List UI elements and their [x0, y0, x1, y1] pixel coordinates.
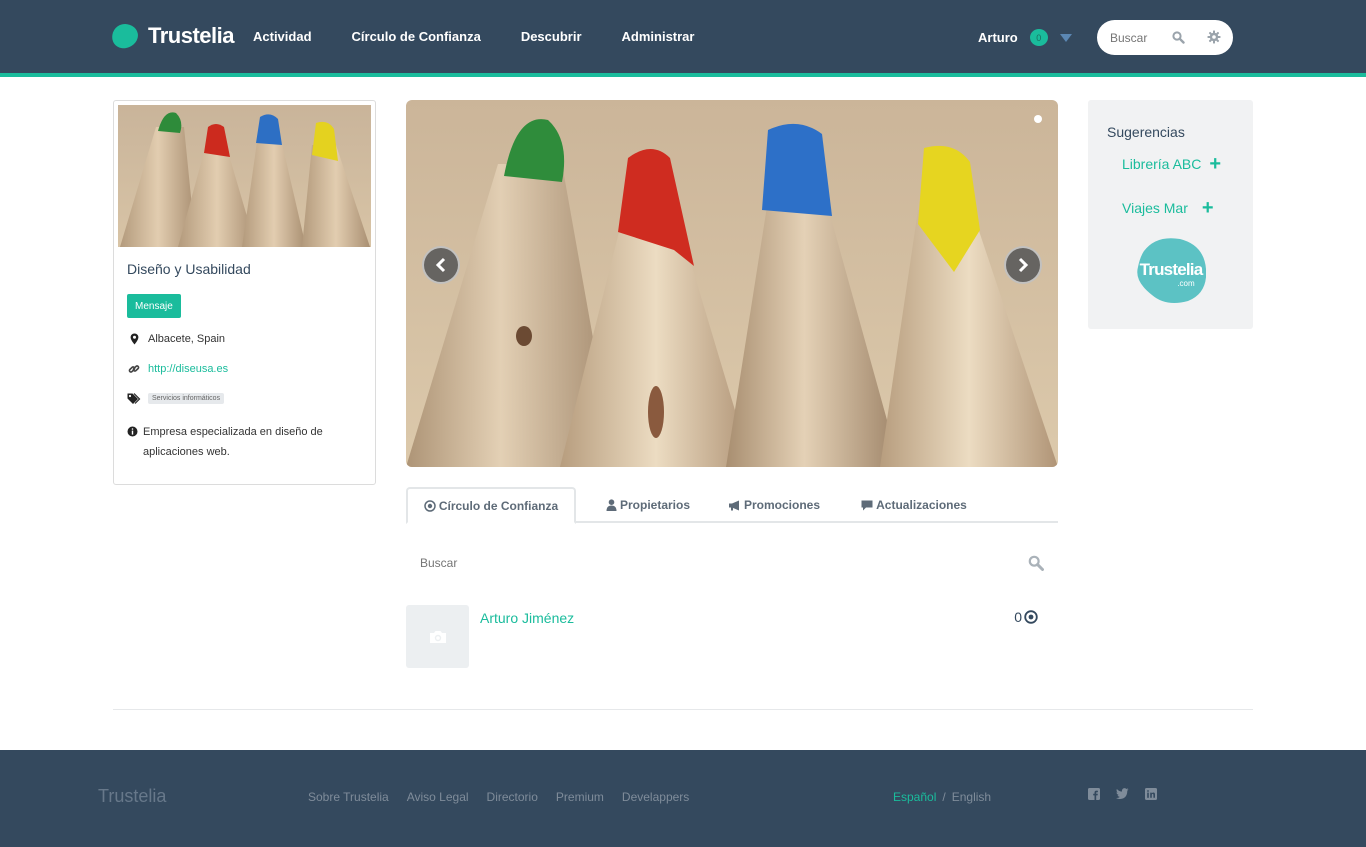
user-name: Arturo	[978, 30, 1018, 45]
score-value: 0	[1014, 609, 1022, 625]
website-link[interactable]: http://diseusa.es	[148, 363, 228, 375]
profile-image	[118, 105, 371, 247]
linkedin-icon[interactable]	[1145, 788, 1157, 800]
brand-name: Trustelia	[148, 23, 234, 48]
suggestions-title: Sugerencias	[1107, 124, 1185, 140]
footer: Trustelia Sobre Trustelia Aviso Legal Di…	[0, 750, 1366, 847]
link-icon	[127, 363, 141, 375]
footer-link-directorio[interactable]: Directorio	[487, 790, 538, 804]
nav-actividad[interactable]: Actividad	[253, 29, 312, 44]
carousel-indicator[interactable]	[1034, 115, 1042, 123]
header-search-input[interactable]	[1110, 30, 1170, 45]
suggestions-panel: Sugerencias Librería ABC + Viajes Mar + …	[1088, 100, 1253, 329]
profile-title: Diseño y Usabilidad	[127, 261, 251, 277]
nav-circulo-confianza[interactable]: Círculo de Confianza	[352, 29, 481, 44]
chevron-left-icon	[435, 257, 446, 273]
footer-link-develappers[interactable]: Develappers	[622, 790, 689, 804]
tab-label: Propietarios	[619, 498, 691, 512]
lang-separator: /	[942, 790, 946, 804]
search-icon[interactable]	[1172, 31, 1185, 44]
facebook-icon[interactable]	[1088, 788, 1100, 800]
suggestion-item[interactable]: Librería ABC +	[1122, 154, 1221, 174]
map-marker-icon	[127, 333, 141, 345]
avatar[interactable]	[406, 605, 469, 668]
suggestion-item[interactable]: Viajes Mar +	[1122, 198, 1214, 218]
main-nav: Actividad Círculo de Confianza Descubrir…	[253, 29, 734, 44]
comment-icon	[861, 500, 873, 511]
logo-subtext: .com	[1177, 279, 1195, 288]
category-tag[interactable]: Servicios informáticos	[148, 393, 225, 404]
tab-promociones[interactable]: Promociones	[716, 487, 832, 523]
nav-administrar[interactable]: Administrar	[622, 29, 695, 44]
notification-badge[interactable]: 0	[1029, 29, 1048, 46]
header-search	[1097, 20, 1233, 55]
navbar-accent-line	[0, 73, 1366, 77]
suggestion-name[interactable]: Viajes Mar	[1122, 200, 1188, 216]
tab-actualizaciones[interactable]: Actualizaciones	[854, 487, 974, 523]
nav-descubrir[interactable]: Descubrir	[521, 29, 582, 44]
carousel-image	[406, 100, 1058, 467]
target-icon[interactable]	[1024, 610, 1038, 624]
top-navbar: Trustelia Actividad Círculo de Confianza…	[0, 0, 1366, 73]
profile-website: http://diseusa.es	[127, 363, 228, 375]
caret-down-icon[interactable]	[1059, 33, 1072, 42]
carousel-prev-button[interactable]	[422, 246, 460, 284]
footer-link-sobre[interactable]: Sobre Trustelia	[308, 790, 389, 804]
lang-espanol[interactable]: Español	[893, 790, 936, 804]
member-name-link[interactable]: Arturo Jiménez	[480, 610, 574, 626]
info-circle-icon	[127, 426, 138, 437]
footer-link-aviso-legal[interactable]: Aviso Legal	[407, 790, 469, 804]
logo-blob-icon	[109, 21, 141, 51]
chevron-right-icon	[1018, 257, 1029, 273]
camera-icon	[429, 630, 446, 643]
content-divider	[113, 709, 1253, 710]
hero-carousel	[406, 100, 1058, 467]
gear-icon[interactable]	[1207, 30, 1221, 44]
megaphone-icon	[728, 500, 741, 511]
footer-link-premium[interactable]: Premium	[556, 790, 604, 804]
add-icon[interactable]: +	[1209, 154, 1221, 174]
profile-card: Diseño y Usabilidad Mensaje Albacete, Sp…	[113, 100, 376, 485]
suggestion-name[interactable]: Librería ABC	[1122, 156, 1201, 172]
tab-label: Círculo de Confianza	[438, 498, 559, 513]
target-icon	[424, 499, 436, 512]
user-menu[interactable]: Arturo 0	[978, 29, 1072, 46]
brand-logo[interactable]: Trustelia	[109, 21, 234, 51]
add-icon[interactable]: +	[1202, 198, 1214, 218]
tab-circulo-confianza[interactable]: Círculo de Confianza	[406, 487, 576, 524]
member-trust-score: 0	[1014, 609, 1038, 625]
description-text: Empresa especializada en diseño de aplic…	[143, 426, 323, 458]
tab-label: Promociones	[743, 498, 821, 512]
members-search-input[interactable]	[420, 556, 980, 570]
tab-propietarios[interactable]: Propietarios	[586, 487, 710, 523]
tags-icon	[127, 393, 141, 404]
lang-english[interactable]: English	[952, 790, 991, 804]
social-links	[1088, 788, 1173, 800]
user-icon	[606, 499, 617, 511]
profile-description: Empresa especializada en diseño de aplic…	[127, 422, 347, 462]
search-icon[interactable]	[1028, 555, 1044, 576]
twitter-icon[interactable]	[1116, 788, 1129, 800]
message-button[interactable]: Mensaje	[127, 294, 181, 318]
members-search	[406, 545, 1058, 581]
footer-links: Sobre Trustelia Aviso Legal Directorio P…	[308, 790, 707, 804]
location-text: Albacete, Spain	[148, 333, 226, 345]
carousel-next-button[interactable]	[1004, 246, 1042, 284]
profile-tags: Servicios informáticos	[127, 393, 225, 404]
logo-text: Trustelia	[1140, 260, 1204, 279]
language-switcher: Español / English	[893, 790, 991, 804]
list-item: Arturo Jiménez 0	[406, 605, 1058, 669]
footer-brand: Trustelia	[98, 786, 167, 806]
profile-tabs: Círculo de Confianza Propietarios Promoc…	[406, 487, 1058, 524]
profile-location: Albacete, Spain	[127, 333, 225, 345]
trustelia-logo[interactable]: Trustelia .com	[1136, 237, 1207, 304]
tab-label: Actualizaciones	[876, 498, 967, 512]
